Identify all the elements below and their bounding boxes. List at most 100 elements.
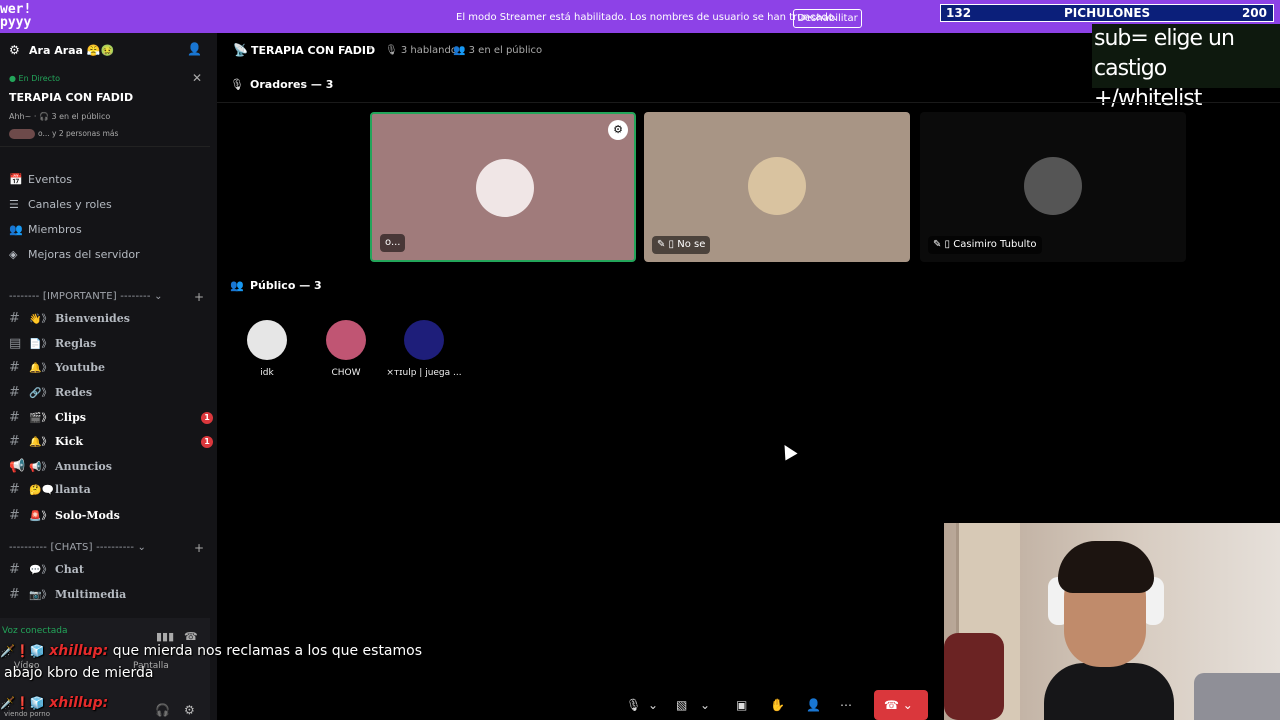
- avatar: [247, 320, 287, 360]
- streamer-mode-message: El modo Streamer está habilitado. Los no…: [456, 12, 837, 23]
- speaker-name: ✎ ▯ Casimiro Tubulto: [928, 236, 1042, 254]
- live-stage-card[interactable]: ● En Directo ✕ TERAPIA CON FADID Ahh~ · …: [0, 69, 210, 147]
- menu-item-eventos[interactable]: 📅 Eventos: [9, 173, 72, 186]
- disconnect-icon[interactable]: ☎: [184, 630, 198, 643]
- stage-title: TERAPIA CON FADID: [251, 44, 376, 57]
- audience-name: ×ᴛɪulp | juega ...: [386, 368, 462, 378]
- audience-header: 👥 Público — 3: [230, 279, 322, 292]
- hash-icon: #: [9, 360, 20, 375]
- raise-hand-icon[interactable]: ✋: [770, 698, 785, 712]
- overlay-line-2: +/whitelist: [1094, 86, 1202, 111]
- webcam-overlay: [944, 523, 1280, 720]
- menu-item-miembros[interactable]: 👥 Miembros: [9, 223, 82, 236]
- mouse-cursor: [778, 441, 798, 461]
- counter-label: PICHULONES: [1064, 6, 1151, 20]
- channel-clips[interactable]: # 🎬》 Clips 1: [9, 409, 213, 429]
- avatar: [476, 159, 534, 217]
- hash-icon: #: [9, 482, 20, 497]
- live-stage-info: Ahh~ · 🎧 3 en el público: [9, 112, 111, 121]
- invite-people-icon[interactable]: 👤: [187, 42, 202, 56]
- channel-chat[interactable]: # 💬》 Chat: [9, 561, 84, 581]
- channel-reglas[interactable]: ▤ 📄》 Reglas: [9, 335, 96, 355]
- channel-redes[interactable]: # 🔗》 Redes: [9, 384, 92, 404]
- chevron-down-icon[interactable]: ⌄: [648, 698, 658, 712]
- add-channel-icon[interactable]: +: [194, 541, 204, 555]
- channel-youtube[interactable]: # 🔔》 Youtube: [9, 359, 105, 379]
- webcam-streamer-hair: [1058, 541, 1154, 593]
- discord-stage-screen: wer! pyyy El modo Streamer está habilita…: [0, 0, 1280, 720]
- audience-count: 👥 3 en el público: [453, 45, 543, 56]
- add-channel-icon[interactable]: +: [194, 290, 204, 304]
- speaking-count: 🎙 3 hablando: [385, 45, 457, 56]
- hash-icon: #: [9, 562, 20, 577]
- category-chats[interactable]: ---------- [CHATS] ---------- ⌄ +: [9, 541, 204, 555]
- screen-share-icon[interactable]: ▣: [736, 698, 747, 712]
- server-name: Ara Araa 😤🤢: [29, 44, 115, 57]
- user-activity: viendo porno: [4, 710, 50, 718]
- avatar: [1024, 157, 1082, 215]
- boost-icon: ◈: [9, 248, 18, 261]
- server-settings-icon: ⚙: [9, 43, 20, 57]
- separator-dot: •: [367, 42, 374, 55]
- chevron-down-icon[interactable]: ⌄: [700, 698, 710, 712]
- mic-icon[interactable]: 🎙: [626, 698, 641, 712]
- menu-item-mejoras[interactable]: ◈ Mejoras del servidor: [9, 248, 140, 261]
- channel-bienvenides[interactable]: # 👋》 Bienvenides: [9, 310, 130, 330]
- close-icon[interactable]: ✕: [192, 71, 202, 85]
- signal-icon[interactable]: ▮▮▮: [156, 630, 174, 643]
- list-icon: ☰: [9, 198, 19, 211]
- stream-chat-message: abajo kbro de mierda: [4, 665, 153, 681]
- camera-off-icon[interactable]: ▧: [676, 698, 687, 712]
- stream-logo: wer! pyyy: [0, 2, 32, 30]
- webcam-clutter: [1194, 673, 1280, 720]
- divider: [217, 102, 1280, 103]
- hash-icon: #: [9, 311, 20, 326]
- leave-stage-button[interactable]: ☎ ⌄: [874, 690, 928, 720]
- menu-item-canales-roles[interactable]: ☰ Canales y roles: [9, 198, 112, 211]
- channel-anuncios[interactable]: 📢 📢》 Anuncios: [9, 458, 112, 478]
- category-importante[interactable]: -------- [IMPORTANTE] -------- ⌄ +: [9, 290, 204, 304]
- invite-icon[interactable]: 👤: [806, 698, 821, 712]
- live-status: ● En Directo: [9, 74, 61, 83]
- speakers-header: 🎙 Oradores — 3: [230, 78, 334, 91]
- avatar: [404, 320, 444, 360]
- hash-icon: #: [9, 508, 20, 523]
- voice-connected-status: Voz conectada: [2, 626, 68, 636]
- channel-multimedia[interactable]: # 📷》 Multimedia: [9, 586, 126, 606]
- speaker-tile[interactable]: ⚙ o...: [370, 112, 636, 262]
- audience-member[interactable]: idk: [227, 320, 307, 378]
- channel-sidebar: ⚙ Ara Araa 😤🤢 👤 ● En Directo ✕ TERAPIA C…: [0, 33, 217, 720]
- stage-icon: 📡: [233, 43, 248, 57]
- unread-badge: 1: [201, 436, 213, 448]
- hash-icon: #: [9, 385, 20, 400]
- avatar: [748, 157, 806, 215]
- headphones-icon[interactable]: 🎧: [155, 703, 170, 717]
- audience-name: CHOW: [331, 368, 361, 378]
- audience-member[interactable]: ×ᴛɪulp | juega ...: [384, 320, 464, 378]
- chat-username: xhillup:: [49, 643, 109, 659]
- chat-username: xhillup:: [49, 695, 109, 711]
- unread-badge: 1: [201, 412, 213, 424]
- speaker-name: ✎ ▯ No se: [652, 236, 711, 254]
- channel-kick[interactable]: # 🔔》 Kick 1: [9, 433, 213, 453]
- speaker-tile[interactable]: ✎ ▯ No se: [644, 112, 910, 262]
- members-icon: 👥: [9, 223, 23, 236]
- chat-text: que mierda nos reclamas a los que estamo…: [112, 643, 423, 659]
- audience-icon: 👥: [230, 279, 244, 292]
- more-icon[interactable]: ⋯: [840, 698, 852, 712]
- disable-streamer-mode-button[interactable]: Deshabilitar: [793, 9, 862, 28]
- audience-member[interactable]: CHOW: [306, 320, 386, 378]
- stream-chat-message: 🗡️❗🧊 xhillup: que mierda nos reclamas a …: [0, 643, 422, 659]
- moderator-icon: ⚙: [608, 120, 628, 140]
- speaker-name: o...: [380, 234, 406, 252]
- sub-goal-counter: 132 PICHULONES 200: [940, 4, 1274, 22]
- channel-solo-mods[interactable]: # 🚨》 Solo-Mods: [9, 507, 120, 527]
- stage-controls: 🎙 ⌄ ▧ ⌄ ▣ ✋ 👤 ⋯ ☎ ⌄: [616, 690, 936, 720]
- hash-icon: #: [9, 410, 20, 425]
- channel-llanta[interactable]: # 🤔🗨️llanta: [9, 482, 91, 502]
- server-header[interactable]: ⚙ Ara Araa 😤🤢 👤: [0, 33, 217, 67]
- gear-icon[interactable]: ⚙: [184, 703, 195, 717]
- speaker-tile[interactable]: ✎ ▯ Casimiro Tubulto: [920, 112, 1186, 262]
- chat-text: abajo kbro de mierda: [4, 665, 154, 681]
- live-stage-title: TERAPIA CON FADID: [9, 91, 134, 104]
